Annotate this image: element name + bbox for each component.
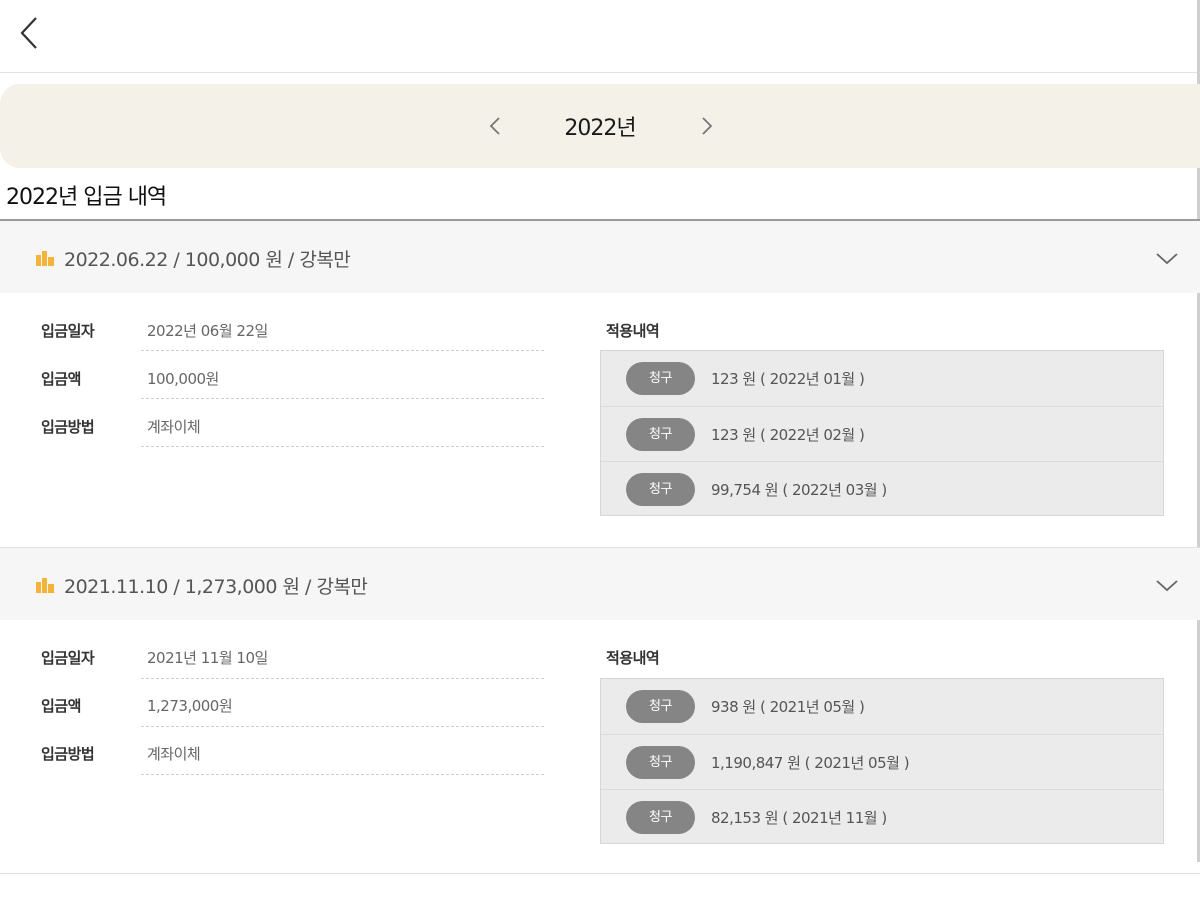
claim-badge: 청구 bbox=[626, 362, 695, 395]
claim-badge: 청구 bbox=[626, 418, 695, 451]
money-icon bbox=[36, 251, 54, 266]
claim-badge: 청구 bbox=[626, 801, 695, 834]
deposit-amount-value: 100,000원 bbox=[147, 370, 219, 388]
year-label: 2022년 bbox=[564, 116, 636, 141]
deposit-amount-label: 입금액 bbox=[41, 370, 81, 388]
chevron-right-icon bbox=[702, 117, 713, 135]
apply-row: 청구 99,754 원 ( 2022년 03월 ) bbox=[601, 461, 1163, 517]
deposit-date-label: 입금일자 bbox=[41, 322, 95, 340]
apply-text: 938 원 ( 2021년 05월 ) bbox=[711, 698, 865, 716]
deposit-date-value: 2022년 06월 22일 bbox=[147, 322, 268, 340]
row-divider bbox=[141, 678, 544, 679]
deposit-summary: 2022.06.22 / 100,000 원 / 강복만 bbox=[64, 249, 351, 271]
deposit-method-label: 입금방법 bbox=[41, 745, 95, 763]
deposit-method-label: 입금방법 bbox=[41, 418, 95, 436]
prev-year-button[interactable] bbox=[486, 114, 506, 138]
deposit-amount-label: 입금액 bbox=[41, 697, 81, 715]
apply-row: 청구 938 원 ( 2021년 05월 ) bbox=[601, 679, 1163, 734]
back-button[interactable] bbox=[14, 14, 48, 54]
money-icon bbox=[36, 578, 54, 593]
claim-badge: 청구 bbox=[626, 690, 695, 723]
apply-text: 123 원 ( 2022년 01월 ) bbox=[711, 370, 865, 388]
top-bar bbox=[0, 0, 1197, 73]
chevron-left-icon bbox=[489, 117, 500, 135]
bottom-divider bbox=[0, 873, 1200, 874]
section-title: 2022년 입금 내역 bbox=[6, 185, 167, 210]
apply-row: 청구 123 원 ( 2022년 02월 ) bbox=[601, 406, 1163, 462]
deposit-date-value: 2021년 11월 10일 bbox=[147, 649, 268, 667]
chevron-down-icon[interactable] bbox=[1154, 251, 1180, 267]
deposit-header[interactable]: 2021.11.10 / 1,273,000 원 / 강복만 bbox=[0, 548, 1200, 620]
apply-text: 1,190,847 원 ( 2021년 05월 ) bbox=[711, 754, 910, 772]
deposit-amount-value: 1,273,000원 bbox=[147, 697, 233, 715]
claim-badge: 청구 bbox=[626, 746, 695, 779]
deposit-summary: 2021.11.10 / 1,273,000 원 / 강복만 bbox=[64, 576, 368, 598]
apply-text: 82,153 원 ( 2021년 11월 ) bbox=[711, 809, 887, 827]
apply-row: 청구 1,190,847 원 ( 2021년 05월 ) bbox=[601, 734, 1163, 790]
apply-title: 적용내역 bbox=[606, 649, 660, 667]
row-divider bbox=[141, 350, 544, 351]
deposit-method-value: 계좌이체 bbox=[147, 418, 201, 436]
apply-row: 청구 123 원 ( 2022년 01월 ) bbox=[601, 351, 1163, 406]
next-year-button[interactable] bbox=[696, 114, 716, 138]
chevron-left-icon bbox=[20, 17, 37, 49]
deposit-header[interactable]: 2022.06.22 / 100,000 원 / 강복만 bbox=[0, 221, 1200, 293]
apply-title: 적용내역 bbox=[606, 322, 660, 340]
apply-list: 청구 123 원 ( 2022년 01월 ) 청구 123 원 ( 2022년 … bbox=[600, 350, 1164, 516]
chevron-down-icon[interactable] bbox=[1154, 578, 1180, 594]
apply-row: 청구 82,153 원 ( 2021년 11월 ) bbox=[601, 789, 1163, 845]
row-divider bbox=[141, 726, 544, 727]
row-divider bbox=[141, 398, 544, 399]
apply-text: 99,754 원 ( 2022년 03월 ) bbox=[711, 481, 887, 499]
claim-badge: 청구 bbox=[626, 473, 695, 506]
deposit-date-label: 입금일자 bbox=[41, 649, 95, 667]
apply-list: 청구 938 원 ( 2021년 05월 ) 청구 1,190,847 원 ( … bbox=[600, 678, 1164, 844]
apply-text: 123 원 ( 2022년 02월 ) bbox=[711, 426, 865, 444]
deposit-method-value: 계좌이체 bbox=[147, 745, 201, 763]
row-divider bbox=[141, 446, 544, 447]
row-divider bbox=[141, 774, 544, 775]
